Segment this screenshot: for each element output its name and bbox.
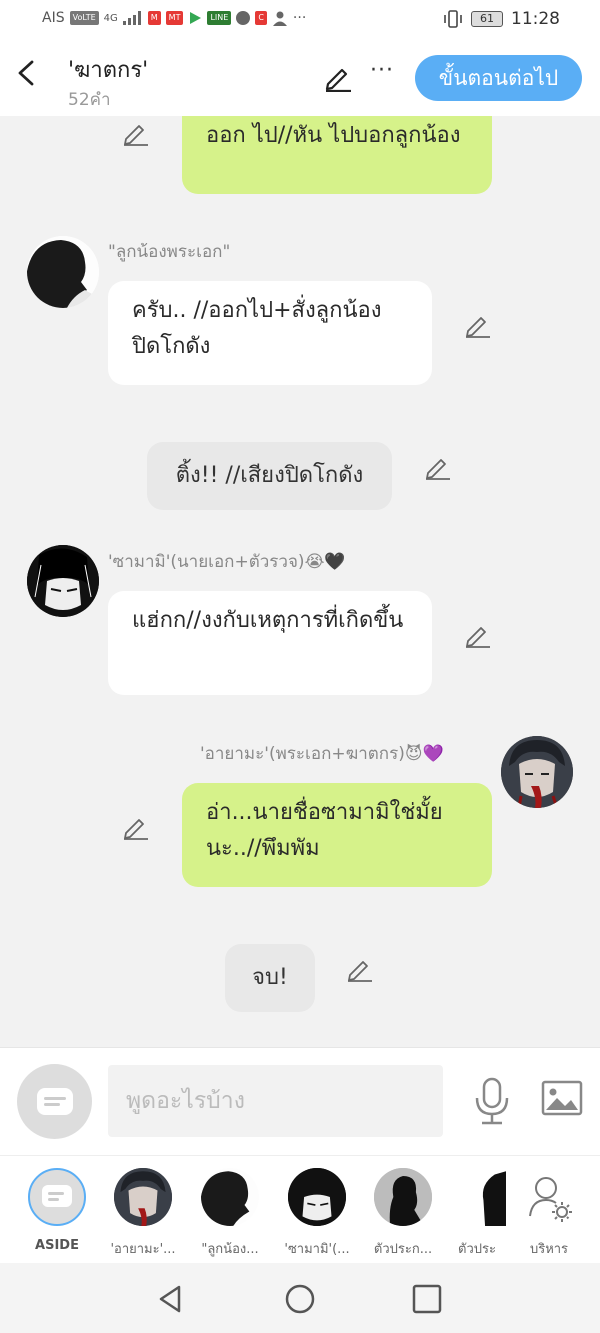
edit-pen-icon[interactable] [323, 62, 353, 92]
status-bar: AIS VoLTE 4G M MT LINE C ··· 61 11:28 [0, 0, 600, 40]
play-store-icon [190, 12, 202, 24]
aside-icon [37, 1088, 73, 1115]
battery-icon: 61 [471, 11, 503, 27]
more-options-icon[interactable]: ··· [370, 58, 394, 83]
word-count: 52คำ [68, 90, 111, 110]
next-step-button[interactable]: ขั้นตอนต่อไป [415, 55, 582, 101]
character-label: 'อายามะ'... [110, 1242, 176, 1257]
character-extra-1[interactable]: ตัวประก... [363, 1168, 443, 1259]
character-manage[interactable]: บริหาร [509, 1168, 589, 1259]
aside-toggle-button[interactable] [17, 1064, 92, 1139]
story-header: 'ฆาตกร' 52คำ ··· ขั้นตอนต่อไป [0, 40, 600, 116]
character-avatar [448, 1168, 506, 1226]
composer-bar [0, 1047, 600, 1155]
message-bubble-other[interactable]: แฮ่กก//งงกับเหตุการที่เกิดขึ้น [108, 591, 432, 695]
avatar-subordinate[interactable] [27, 236, 99, 308]
story-title: 'ฆาตกร' [68, 58, 149, 83]
character-aside[interactable]: ASIDE [17, 1168, 97, 1253]
character-samami[interactable]: 'ซามามิ'(... [277, 1168, 357, 1259]
image-icon[interactable] [540, 1078, 584, 1118]
more-status-icon: ··· [292, 10, 307, 26]
message-app-icon [236, 11, 251, 25]
avatar-samami[interactable] [27, 545, 99, 617]
character-avatar [114, 1168, 172, 1226]
aside-bubble[interactable]: จบ! [225, 944, 315, 1012]
character-label: "ลูกน้อง... [201, 1242, 259, 1257]
person-icon [272, 11, 287, 26]
network-label: 4G [103, 12, 118, 24]
character-avatar [288, 1168, 346, 1226]
vibrate-icon [444, 10, 462, 28]
message-input[interactable] [108, 1065, 443, 1137]
speaker-name: 'ซามามิ'(นายเอก+ตัวรวจ)😭🖤 [108, 552, 346, 572]
mangatoon-app-icon: MT [165, 11, 184, 25]
edit-message-icon[interactable] [424, 452, 452, 480]
character-avatar [201, 1168, 259, 1226]
character-avatar [374, 1168, 432, 1226]
microphone-icon[interactable] [472, 1076, 512, 1126]
character-label: ตัวประก... [373, 1242, 433, 1257]
manga-app-icon: M [147, 11, 161, 25]
character-label: ASIDE [35, 1238, 79, 1253]
carrier-label: AIS [42, 10, 65, 26]
character-selector: ASIDE 'อายามะ'... "ลูกน้อง... 'ซามามิ'(.… [0, 1155, 600, 1263]
system-nav-bar [0, 1263, 600, 1333]
calendar-app-icon: C [255, 11, 267, 25]
line-app-icon: LINE [207, 11, 232, 25]
aside-icon [28, 1168, 86, 1226]
volte-badge: VoLTE [69, 11, 99, 25]
character-subordinate[interactable]: "ลูกน้อง... [190, 1168, 270, 1259]
signal-icon [122, 11, 141, 25]
speaker-name: "ลูกน้องพระเอก" [108, 242, 231, 262]
message-bubble-self[interactable]: อ่า...นายชื่อซามามิใช่มั้ยนะ..//พึมพัม [182, 783, 492, 887]
character-label: ตัวประ [458, 1242, 496, 1257]
nav-recents-icon[interactable] [411, 1283, 443, 1315]
clock: 11:28 [511, 9, 560, 29]
character-label: 'ซามามิ'(... [284, 1242, 350, 1257]
aside-bubble[interactable]: ติ้ง!! //เสียงปิดโกดัง [147, 442, 392, 510]
nav-back-icon[interactable] [155, 1283, 187, 1315]
edit-message-icon[interactable] [346, 954, 374, 982]
back-arrow-icon[interactable] [14, 58, 38, 88]
edit-message-icon[interactable] [464, 310, 492, 338]
status-right: 61 11:28 [443, 9, 560, 29]
chat-area: ออก ไป//หัน ไปบอกลูกน้อง "ลูกน้องพระเอก"… [0, 116, 600, 1046]
character-extra-2[interactable]: ตัวประ [437, 1168, 517, 1259]
manage-characters-icon [520, 1168, 578, 1226]
character-label: บริหาร [529, 1242, 569, 1257]
nav-home-icon[interactable] [284, 1283, 316, 1315]
message-bubble-other[interactable]: ครับ.. //ออกไป+สั่งลูกน้องปิดโกดัง [108, 281, 432, 385]
edit-message-icon[interactable] [464, 620, 492, 648]
edit-message-icon[interactable] [122, 812, 150, 840]
message-bubble-self[interactable]: ออก ไป//หัน ไปบอกลูกน้อง [182, 116, 492, 194]
speaker-name: 'อายามะ'(พระเอก+ฆาตกร)😈💜 [200, 744, 444, 764]
avatar-ayama[interactable] [501, 736, 573, 808]
edit-message-icon[interactable] [122, 118, 150, 146]
character-ayama[interactable]: 'อายามะ'... [103, 1168, 183, 1259]
status-left: AIS VoLTE 4G M MT LINE C ··· [42, 10, 306, 26]
